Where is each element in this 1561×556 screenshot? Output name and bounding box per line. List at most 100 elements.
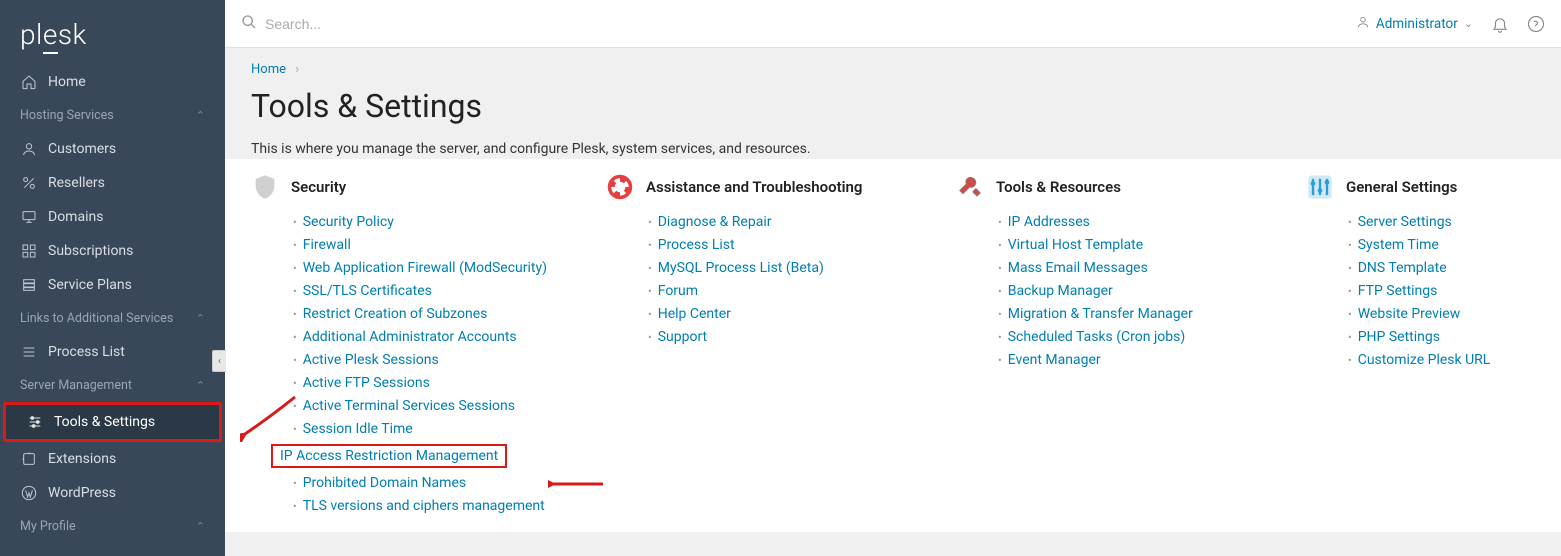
- bullet: •: [1348, 354, 1352, 367]
- shield-icon: [251, 173, 279, 201]
- sidebar-item-customers[interactable]: Customers: [0, 132, 225, 166]
- sidebar-group-profile[interactable]: My Profile ⌃: [0, 510, 225, 543]
- setting-link[interactable]: Active FTP Sessions: [303, 375, 430, 391]
- sidebar-group-links[interactable]: Links to Additional Services ⌃: [0, 302, 225, 335]
- setting-link[interactable]: Process List: [658, 237, 735, 253]
- setting-link[interactable]: TLS versions and ciphers management: [303, 498, 545, 514]
- section-general: General Settings • Server Settings • System…: [1306, 173, 1561, 518]
- setting-link[interactable]: PHP Settings: [1358, 329, 1440, 345]
- setting-link[interactable]: FTP Settings: [1358, 283, 1438, 299]
- sidebar-item-label: Customers: [48, 141, 116, 157]
- setting-link[interactable]: DNS Template: [1358, 260, 1447, 276]
- sliders-icon: [26, 413, 44, 431]
- setting-link[interactable]: System Time: [1358, 237, 1439, 253]
- setting-link[interactable]: Mass Email Messages: [1008, 260, 1148, 276]
- setting-link[interactable]: Scheduled Tasks (Cron jobs): [1008, 329, 1186, 345]
- sidebar-group-label: Hosting Services: [20, 108, 114, 123]
- bullet: •: [648, 308, 652, 321]
- user-menu[interactable]: Administrator ⌄: [1356, 15, 1473, 33]
- breadcrumb: Home ›: [225, 48, 1561, 83]
- bell-icon[interactable]: [1491, 15, 1509, 33]
- bullet: •: [998, 262, 1002, 275]
- link-list-item: •Scheduled Tasks (Cron jobs): [998, 326, 1256, 349]
- setting-link[interactable]: Web Application Firewall (ModSecurity): [303, 260, 547, 276]
- setting-link[interactable]: Migration & Transfer Manager: [1008, 306, 1193, 322]
- link-list-item: •SSL/TLS Certificates: [293, 280, 556, 303]
- bullet: •: [648, 216, 652, 229]
- help-icon[interactable]: [1527, 15, 1545, 33]
- sidebar-group-hosting[interactable]: Hosting Services ⌃: [0, 99, 225, 132]
- chevron-up-icon: ⌃: [196, 109, 205, 122]
- sidebar-item-extensions[interactable]: Extensions: [0, 442, 225, 476]
- list-icon: [20, 343, 38, 361]
- sidebar-item-resellers[interactable]: Resellers: [0, 166, 225, 200]
- chevron-down-icon: ⌄: [1464, 17, 1473, 30]
- setting-link[interactable]: Help Center: [658, 306, 731, 322]
- link-list-item: • Diagnose & Repair: [648, 211, 906, 234]
- sidebar-item-wordpress[interactable]: WordPress: [0, 476, 225, 510]
- chevron-up-icon: ⌃: [196, 312, 205, 325]
- link-list-item: •Website Preview: [1348, 303, 1561, 326]
- setting-link[interactable]: Session Idle Time: [303, 421, 413, 437]
- sidebar-item-subscriptions[interactable]: Subscriptions: [0, 234, 225, 268]
- setting-link[interactable]: • IP Access Restriction Management: [271, 444, 507, 468]
- chevron-up-icon: ⌃: [196, 379, 205, 392]
- link-list-item: •Event Manager: [998, 349, 1256, 372]
- setting-link[interactable]: Server Settings: [1358, 214, 1452, 230]
- sidebar-item-label: Service Plans: [48, 277, 132, 293]
- link-list-item: •Virtual Host Template: [998, 234, 1256, 257]
- section-title: Tools & Resources: [996, 178, 1121, 196]
- sidebar-group-server[interactable]: Server Management ⌃: [0, 369, 225, 402]
- setting-link[interactable]: Forum: [658, 283, 698, 299]
- sidebar-item-label: Resellers: [48, 175, 105, 191]
- setting-link[interactable]: Customize Plesk URL: [1358, 352, 1491, 368]
- sidebar-item-tools-settings[interactable]: Tools & Settings: [6, 405, 219, 439]
- breadcrumb-link[interactable]: Home: [251, 62, 286, 77]
- link-list-item: •Prohibited Domain Names: [293, 472, 556, 495]
- sidebar-item-label: Subscriptions: [48, 243, 133, 259]
- link-list-item: •Migration & Transfer Manager: [998, 303, 1256, 326]
- bullet: •: [1348, 331, 1352, 344]
- link-list-item: •• IP Access Restriction Management: [293, 441, 556, 472]
- setting-link[interactable]: Diagnose & Repair: [658, 214, 772, 230]
- setting-link[interactable]: Additional Administrator Accounts: [303, 329, 517, 345]
- setting-link[interactable]: Support: [658, 329, 707, 345]
- link-list-item: •TLS versions and ciphers management: [293, 495, 556, 518]
- setting-link[interactable]: Restrict Creation of Subzones: [303, 306, 488, 322]
- setting-link[interactable]: IP Addresses: [1008, 214, 1090, 230]
- setting-link[interactable]: Prohibited Domain Names: [303, 475, 466, 491]
- user-icon: [20, 140, 38, 158]
- monitor-icon: [20, 208, 38, 226]
- plesk-logo[interactable]: plesk: [0, 0, 225, 65]
- setting-link[interactable]: SSL/TLS Certificates: [303, 283, 432, 299]
- bullet: •: [1348, 285, 1352, 298]
- setting-link[interactable]: Active Plesk Sessions: [303, 352, 439, 368]
- setting-link[interactable]: Backup Manager: [1008, 283, 1113, 299]
- home-icon: [20, 73, 38, 91]
- grid-icon: [20, 242, 38, 260]
- sidebar-item-label: Extensions: [48, 451, 116, 467]
- setting-link[interactable]: Active Terminal Services Sessions: [303, 398, 515, 414]
- bullet: •: [998, 216, 1002, 229]
- sidebar-group-label: Links to Additional Services: [20, 311, 173, 326]
- sidebar-item-label: Home: [48, 74, 86, 90]
- lifering-icon: [606, 173, 634, 201]
- link-list-item: •Web Application Firewall (ModSecurity): [293, 257, 556, 280]
- setting-link[interactable]: Firewall: [303, 237, 351, 253]
- setting-link[interactable]: Virtual Host Template: [1008, 237, 1143, 253]
- setting-link[interactable]: Security Policy: [303, 214, 394, 230]
- sidebar-collapse-button[interactable]: ‹: [212, 350, 226, 372]
- setting-link[interactable]: Website Preview: [1358, 306, 1461, 322]
- link-list-item: • PHP Settings: [1348, 326, 1561, 349]
- sidebar-item-domains[interactable]: Domains: [0, 200, 225, 234]
- sidebar-item-home[interactable]: Home: [0, 65, 225, 99]
- search-input[interactable]: [265, 16, 565, 32]
- link-list-item: • Mass Email Messages: [998, 257, 1256, 280]
- sidebar-item-process-list[interactable]: Process List: [0, 335, 225, 369]
- setting-link[interactable]: Event Manager: [1008, 352, 1101, 368]
- setting-link[interactable]: MySQL Process List (Beta): [658, 260, 824, 276]
- user-name: Administrator: [1376, 16, 1458, 32]
- sidebar-item-service-plans[interactable]: Service Plans: [0, 268, 225, 302]
- percent-icon: [20, 174, 38, 192]
- section-title: General Settings: [1346, 178, 1457, 196]
